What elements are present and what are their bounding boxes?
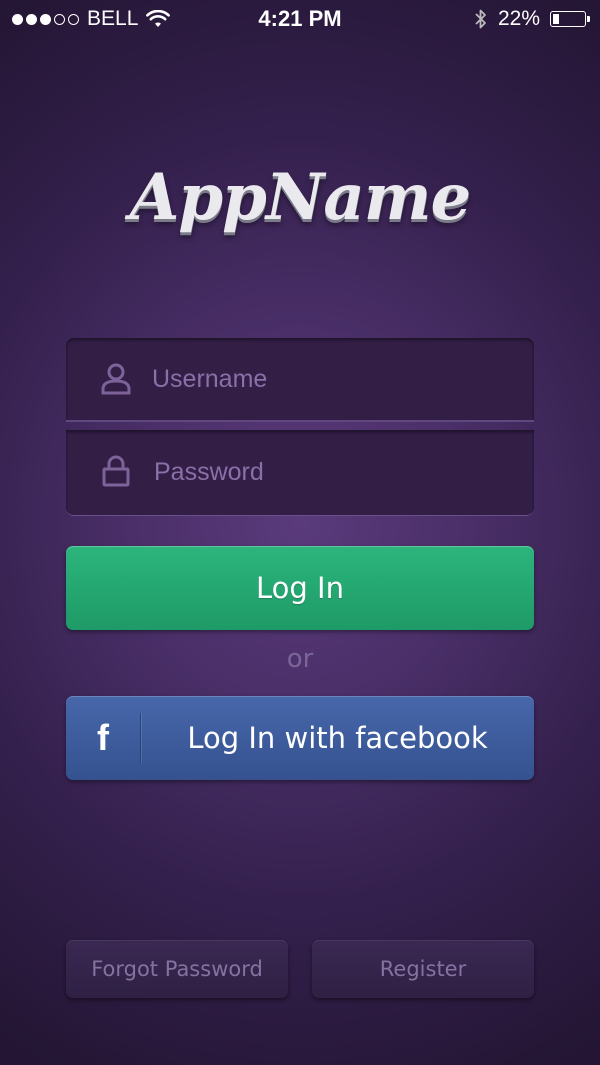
status-bar: BELL 4:21 PM 22% xyxy=(0,0,600,40)
battery-icon xyxy=(550,11,590,27)
or-separator: or xyxy=(286,644,314,674)
register-button[interactable]: Register xyxy=(312,940,534,998)
login-button[interactable]: Log In xyxy=(66,546,534,630)
password-field[interactable] xyxy=(66,430,534,516)
status-right: 22% xyxy=(474,7,590,31)
bluetooth-icon xyxy=(475,9,486,29)
facebook-login-label: Log In with facebook xyxy=(187,721,488,755)
username-input[interactable] xyxy=(152,338,512,420)
battery-fill xyxy=(553,14,560,24)
facebook-login-button[interactable]: f Log In with facebook xyxy=(66,696,534,780)
username-field[interactable] xyxy=(66,338,534,422)
lock-icon xyxy=(102,455,130,487)
password-input[interactable] xyxy=(154,430,514,515)
app-logo: AppName xyxy=(129,160,472,235)
user-icon xyxy=(101,363,131,395)
forgot-password-button[interactable]: Forgot Password xyxy=(66,940,288,998)
facebook-icon: f xyxy=(97,717,109,758)
battery-percent: 22% xyxy=(497,7,540,30)
